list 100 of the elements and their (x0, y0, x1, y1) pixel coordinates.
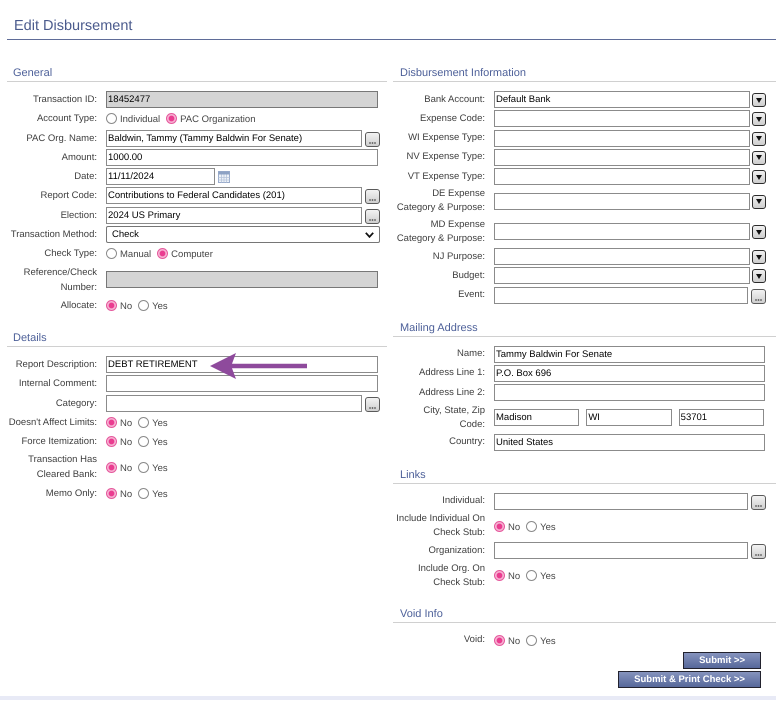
radio-button[interactable] (106, 462, 117, 473)
field-label: Name: (457, 347, 485, 362)
radio-button[interactable] (526, 570, 538, 582)
dots-icon (369, 218, 376, 221)
text-field[interactable]: 1000.00 (106, 148, 378, 166)
radio-button[interactable] (106, 248, 117, 260)
submit-button[interactable]: Submit & Print Check >> (618, 670, 761, 688)
radio-button[interactable] (526, 520, 538, 532)
field-label: Transaction Has Cleared Bank: (27, 453, 97, 482)
radio-button[interactable] (138, 416, 150, 428)
combo-field[interactable] (494, 248, 750, 266)
radio-button[interactable] (106, 436, 117, 448)
field-label: NJ Purpose: (432, 250, 485, 264)
radio-button[interactable] (106, 300, 117, 311)
combo-field[interactable] (494, 267, 750, 284)
field-label: Account Type: (36, 112, 97, 126)
field-label: MD Expense Category & Purpose: (396, 218, 485, 246)
dropdown-button[interactable] (752, 194, 766, 209)
combo-field[interactable] (494, 192, 750, 210)
text-field[interactable] (494, 384, 765, 402)
radio-label: Yes (540, 634, 556, 647)
text-field[interactable] (106, 375, 378, 392)
radio-label: No (120, 436, 132, 448)
dropdown-button[interactable] (752, 150, 766, 165)
date-field[interactable]: 11/11/2024 (106, 168, 215, 186)
dropdown-button[interactable] (752, 225, 766, 240)
dropdown-button[interactable] (752, 112, 766, 126)
text-field[interactable]: United States (494, 434, 765, 451)
text-field[interactable]: 53701 (678, 409, 764, 426)
radio-button[interactable] (138, 462, 150, 473)
text-field[interactable]: Madison (494, 409, 580, 426)
radio-button[interactable] (494, 634, 505, 646)
radio-label: No (120, 416, 132, 429)
radio-label: Manual (120, 248, 152, 260)
combo-field[interactable] (494, 130, 750, 147)
submit-button[interactable]: Submit >> (683, 652, 761, 669)
radio-button[interactable] (138, 488, 150, 499)
field-label: Reference/Check Number: (22, 266, 97, 295)
radio-button[interactable] (138, 436, 150, 448)
dots-icon (369, 142, 376, 144)
radio-button[interactable] (138, 300, 150, 311)
lookup-field[interactable] (106, 394, 362, 412)
field-label: Report Code: (40, 189, 97, 204)
lookup-button[interactable] (751, 494, 766, 510)
field-label: Budget: (452, 268, 485, 283)
field-label: Address Line 1: (418, 366, 485, 380)
radio-button[interactable] (166, 113, 178, 124)
radio-label: No (120, 488, 132, 500)
radio-label: Yes (540, 520, 556, 533)
dropdown-button[interactable] (752, 269, 766, 284)
radio-label: Yes (152, 462, 168, 474)
radio-button[interactable] (494, 570, 505, 582)
lookup-field[interactable]: Contributions to Federal Candidates (201) (106, 187, 362, 204)
combo-field[interactable] (494, 148, 750, 166)
lookup-field[interactable] (494, 542, 748, 560)
radio-label: No (508, 634, 520, 647)
caret-down-icon (756, 136, 762, 142)
radio-button[interactable] (106, 416, 117, 428)
lookup-button[interactable] (751, 544, 766, 560)
readonly-field[interactable] (106, 271, 378, 288)
combo-field[interactable] (494, 223, 750, 240)
lookup-button[interactable] (365, 189, 380, 204)
field-label: Organization: (428, 544, 485, 558)
lookup-field[interactable]: Baldwin, Tammy (Tammy Baldwin For Senate) (106, 130, 362, 147)
lookup-field[interactable] (494, 492, 748, 510)
lookup-button[interactable] (751, 288, 766, 304)
dropdown-button[interactable] (752, 250, 766, 264)
dropdown-button[interactable] (752, 132, 766, 146)
select-field[interactable]: Check (106, 226, 380, 244)
dropdown-button[interactable] (752, 170, 766, 184)
readonly-field[interactable]: 18452477 (106, 91, 378, 108)
section-title: Links (400, 468, 426, 481)
field-label: Include Individual On Check Stub: (395, 512, 485, 540)
radio-button[interactable] (106, 488, 117, 499)
combo-field[interactable] (494, 110, 750, 128)
radio-label: No (508, 520, 520, 533)
lookup-field[interactable]: 2024 US Primary (106, 206, 362, 224)
dropdown-button[interactable] (752, 93, 766, 107)
radio-button[interactable] (526, 634, 538, 646)
lookup-button[interactable] (365, 396, 380, 412)
field-label: Include Org. On Check Stub: (416, 562, 485, 590)
text-field[interactable]: P.O. Box 696 (494, 364, 765, 382)
lookup-field[interactable] (494, 286, 748, 304)
radio-button[interactable] (106, 113, 117, 124)
lookup-button[interactable] (365, 132, 380, 147)
text-field[interactable]: WI (586, 409, 672, 426)
radio-label: Yes (152, 488, 168, 500)
radio-label: Yes (152, 300, 168, 312)
calendar-icon[interactable] (218, 170, 230, 183)
combo-field[interactable]: Default Bank (494, 91, 750, 108)
text-field[interactable]: Tammy Baldwin For Senate (494, 346, 765, 363)
caret-down-icon (756, 155, 762, 160)
radio-label: No (120, 462, 132, 474)
lookup-button[interactable] (365, 208, 380, 224)
field-label: Country: (449, 435, 485, 450)
radio-button[interactable] (494, 520, 505, 532)
caret-down-icon (756, 199, 762, 204)
radio-button[interactable] (157, 248, 168, 260)
combo-field[interactable] (494, 168, 750, 186)
dots-icon (369, 199, 376, 202)
